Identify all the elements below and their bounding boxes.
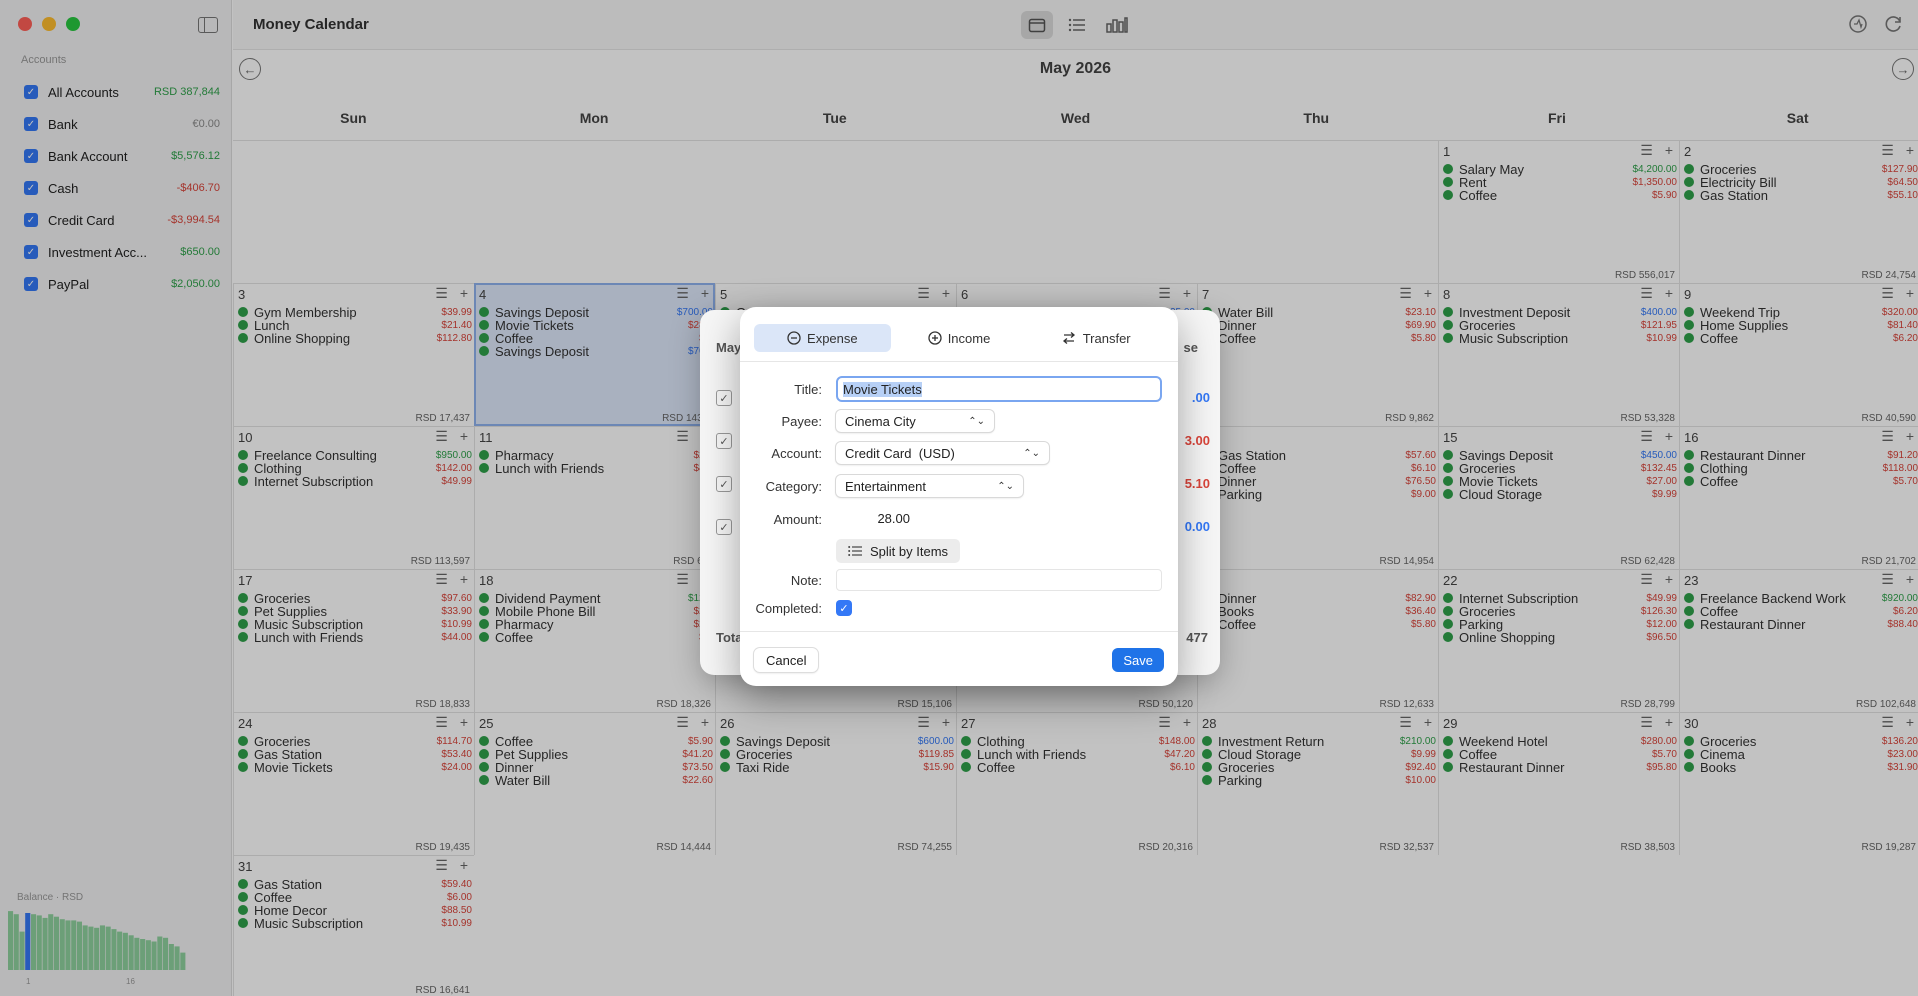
tab-income[interactable]: Income: [891, 324, 1028, 352]
detail-total-label: Tota: [716, 630, 743, 645]
minus-circle-icon: [787, 331, 801, 345]
checkmark-icon: ✓: [719, 478, 729, 491]
split-row: Split by Items: [740, 538, 1164, 564]
payee-row: Payee: Cinema City ⌃⌄: [740, 408, 1164, 434]
chevron-updown-icon: ⌃⌄: [968, 415, 985, 427]
day-detail-title: May: [716, 340, 742, 355]
chevron-updown-icon: ⌃⌄: [997, 480, 1014, 492]
tab-income-label: Income: [947, 330, 991, 346]
payee-value: Cinema City: [845, 413, 916, 429]
title-row: Title: Movie Tickets: [740, 376, 1164, 402]
title-label: Title:: [794, 381, 822, 397]
category-label: Category:: [765, 478, 822, 494]
checkmark-icon: ✓: [719, 392, 729, 405]
account-select[interactable]: Credit Card (USD) ⌃⌄: [836, 442, 1049, 464]
amount-label: Amount:: [773, 511, 822, 527]
list-icon: [848, 546, 862, 556]
divider: [740, 631, 1178, 632]
amount-row: Amount: 28.00: [740, 506, 1164, 532]
category-row: Category: Entertainment ⌃⌄: [740, 473, 1164, 499]
checkmark-icon: ✓: [719, 435, 729, 448]
plus-circle-icon: [928, 331, 942, 345]
detail-amount: 3.00: [1184, 433, 1210, 448]
detail-checkbox[interactable]: ✓: [716, 433, 732, 449]
completed-label: Completed:: [755, 600, 822, 616]
completed-row: Completed: ✓: [740, 595, 1164, 621]
cancel-button[interactable]: Cancel: [754, 648, 819, 672]
detail-total-value: 477: [1186, 630, 1208, 645]
note-row: Note:: [740, 567, 1164, 593]
tab-expense[interactable]: Expense: [754, 324, 891, 352]
tab-transfer[interactable]: Transfer: [1027, 324, 1164, 352]
note-input[interactable]: [836, 569, 1162, 591]
payee-label: Payee:: [781, 413, 822, 429]
app-window: Accounts ✓ All Accounts RSD 387,844 ✓ Bank €0…: [0, 0, 1918, 996]
detail-amount: 0.00: [1184, 519, 1210, 534]
detail-checkbox[interactable]: ✓: [716, 519, 732, 535]
tab-transfer-label: Transfer: [1082, 330, 1131, 346]
title-input-value: Movie Tickets: [843, 381, 922, 397]
detail-checkbox[interactable]: ✓: [716, 476, 732, 492]
title-input[interactable]: Movie Tickets: [836, 376, 1162, 402]
split-by-items-label: Split by Items: [870, 543, 949, 559]
completed-checkbox[interactable]: ✓: [836, 600, 852, 616]
divider: [740, 361, 1178, 362]
save-button[interactable]: Save: [1112, 648, 1164, 672]
note-label: Note:: [790, 572, 822, 588]
checkmark-icon: ✓: [839, 602, 849, 615]
transaction-dialog: Expense Income Transfer Title: Movie Tic…: [740, 307, 1178, 686]
detail-amount: 5.10: [1184, 476, 1210, 491]
transfer-arrows-icon: [1062, 332, 1075, 344]
account-row: Account: Credit Card (USD) ⌃⌄: [740, 440, 1164, 466]
category-value: Entertainment: [845, 478, 926, 494]
chevron-updown-icon: ⌃⌄: [1023, 447, 1040, 459]
account-value: Credit Card (USD): [845, 445, 955, 461]
account-label: Account:: [771, 445, 822, 461]
amount-input[interactable]: 28.00: [836, 508, 916, 530]
detail-checkbox[interactable]: ✓: [716, 390, 732, 406]
category-select[interactable]: Entertainment ⌃⌄: [836, 475, 1023, 497]
day-detail-close[interactable]: se: [1184, 340, 1198, 355]
split-by-items-button[interactable]: Split by Items: [836, 539, 961, 563]
tab-expense-label: Expense: [807, 330, 858, 346]
detail-amount: .00: [1191, 390, 1210, 405]
transaction-type-segmented: Expense Income Transfer: [754, 324, 1164, 352]
payee-select[interactable]: Cinema City ⌃⌄: [836, 410, 994, 432]
checkmark-icon: ✓: [719, 521, 729, 534]
